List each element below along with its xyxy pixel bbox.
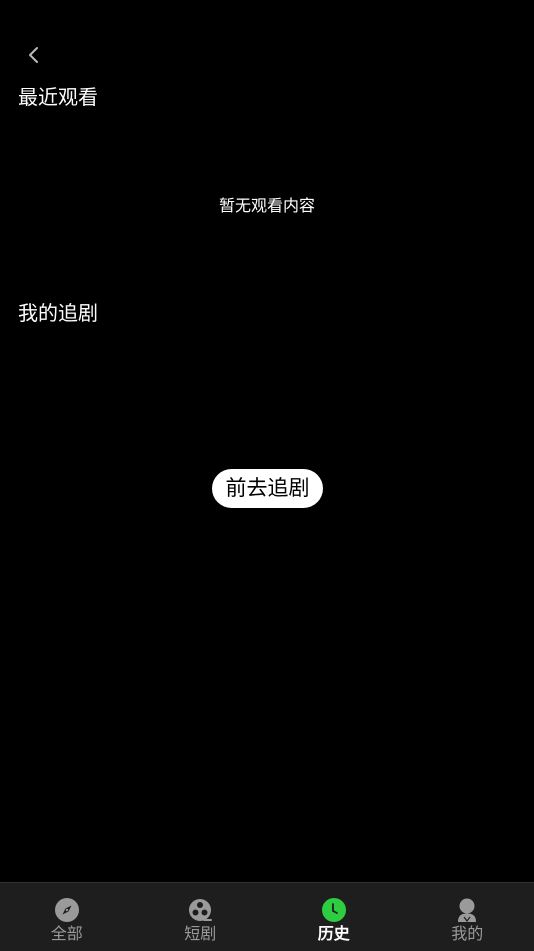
tab-label: 我的	[401, 924, 534, 944]
tab-short-drama[interactable]: 短剧	[134, 883, 268, 951]
chevron-left-icon	[20, 40, 48, 70]
tab-label: 全部	[0, 924, 134, 944]
tab-history[interactable]: 历史	[267, 883, 401, 951]
follow-section-title: 我的追剧	[18, 301, 98, 325]
compass-icon	[55, 898, 79, 922]
tab-mine[interactable]: 我的	[401, 883, 534, 951]
clock-icon	[322, 898, 346, 922]
tab-all[interactable]: 全部	[0, 883, 134, 951]
empty-recent-text: 暂无观看内容	[0, 196, 534, 216]
bottom-tab-bar: 全部 短剧 历史	[0, 882, 534, 951]
back-button[interactable]	[20, 40, 48, 70]
film-reel-icon	[188, 898, 212, 922]
tab-label: 短剧	[134, 924, 268, 944]
tab-label: 历史	[267, 924, 401, 944]
go-follow-button[interactable]: 前去追剧	[212, 469, 323, 508]
user-icon	[455, 898, 479, 922]
recent-section-title: 最近观看	[18, 85, 98, 109]
